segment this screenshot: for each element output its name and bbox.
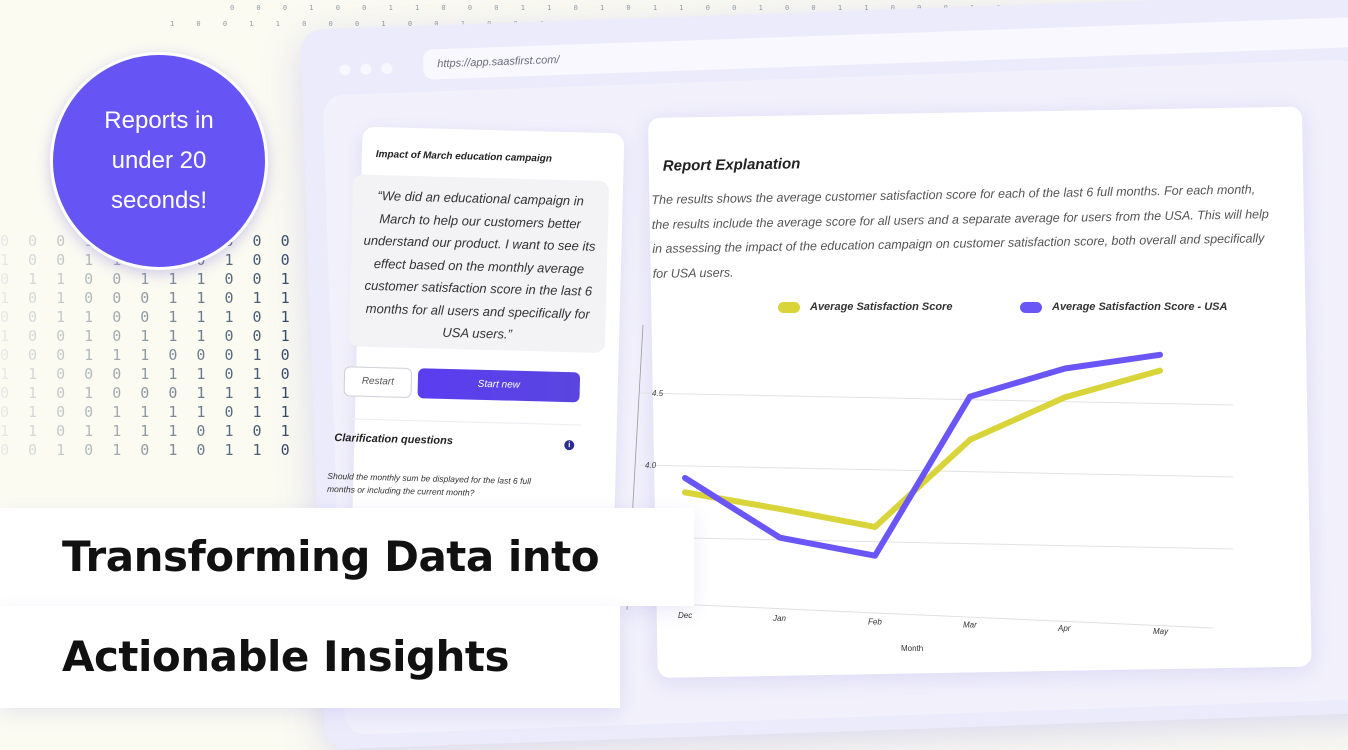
report-explanation: The results shows the average customer s… <box>651 177 1273 286</box>
x-tick-label: Apr <box>1057 624 1071 633</box>
gridline <box>640 537 1233 549</box>
binary-row: 0 0 1 1 0 0 1 1 1 0 1 0 0 1 1 0 1 1 0 1 … <box>0 308 290 326</box>
legend-swatch-yellow <box>778 302 800 313</box>
binary-row: 0 0 1 0 1 0 1 0 1 1 0 1 1 0 1 0 1 1 1 1 … <box>0 441 290 459</box>
legend-item-overall[interactable]: Average Satisfaction Score <box>778 301 952 313</box>
x-tick-label: May <box>1153 627 1169 636</box>
badge-line: seconds! <box>104 181 213 221</box>
binary-row: 0 0 0 1 1 1 0 0 0 1 0 1 1 0 1 1 0 1 0 1 … <box>0 346 290 364</box>
window-dot-icon[interactable] <box>360 64 371 75</box>
x-axis-line <box>630 602 1213 628</box>
satisfaction-line-chart: 4.0 4.5 Dec Jan Feb Mar Apr May Month <box>615 320 1255 660</box>
binary-row: 1 1 0 1 1 1 1 0 1 0 1 1 1 0 1 0 1 1 1 0 … <box>0 422 290 440</box>
window-controls <box>339 63 392 76</box>
start-new-button[interactable]: Start new <box>417 368 580 402</box>
legend-label: Average Satisfaction Score <box>810 301 952 313</box>
info-icon[interactable]: i <box>564 440 574 450</box>
x-tick-label: Feb <box>868 617 882 626</box>
query-card: Impact of March education campaign “We d… <box>352 127 625 554</box>
clarification-question[interactable]: Should the monthly sum be displayed for … <box>327 470 558 502</box>
legend-label: Average Satisfaction Score - USA <box>1052 301 1227 313</box>
binary-row: 1 1 0 0 0 1 1 1 0 1 0 1 0 0 1 1 0 1 0 0 … <box>0 365 290 383</box>
binary-row: 0 1 0 0 1 1 1 1 0 1 1 1 0 0 0 1 1 0 0 1 … <box>0 403 290 421</box>
divider <box>341 418 581 425</box>
report-title: Report Explanation <box>663 155 801 174</box>
binary-row: 0 1 0 1 0 0 0 1 1 1 1 0 0 0 1 1 0 1 1 0 … <box>0 384 290 402</box>
headline-line-1: Transforming Data into <box>62 532 599 581</box>
series-line-usa <box>685 355 1160 556</box>
badge-line: under 20 <box>104 141 213 181</box>
y-tick-label: 4.0 <box>645 461 657 470</box>
binary-row: 1 0 1 0 0 0 1 1 0 1 1 0 1 0 0 1 1 0 1 0 … <box>0 289 290 307</box>
x-tick-label: Jan <box>772 614 786 623</box>
window-dot-icon[interactable] <box>381 63 392 74</box>
speed-badge: Reports in under 20 seconds! <box>50 52 268 270</box>
binary-row: 1 0 0 1 0 1 1 1 0 0 1 1 0 0 0 1 1 0 1 0 … <box>0 327 290 345</box>
window-dot-icon[interactable] <box>339 64 350 75</box>
binary-row: 0 1 1 0 0 1 1 1 0 0 1 1 0 1 0 1 1 1 0 1 … <box>0 270 290 288</box>
badge-line: Reports in <box>104 101 213 141</box>
x-axis-label: Month <box>901 644 923 653</box>
restart-button[interactable]: Restart <box>343 366 412 398</box>
x-tick-label: Mar <box>963 621 977 630</box>
query-quote: “We did an educational campaign in March… <box>349 174 609 353</box>
x-tick-label: Dec <box>678 611 692 620</box>
y-tick-label: 4.5 <box>652 389 664 398</box>
legend-swatch-purple <box>1020 302 1042 313</box>
query-title: Impact of March education campaign <box>376 149 552 165</box>
gridline <box>640 393 1233 405</box>
headline-line-2: Actionable Insights <box>62 632 509 681</box>
legend-item-usa[interactable]: Average Satisfaction Score - USA <box>1020 301 1227 313</box>
series-line-overall <box>685 371 1160 527</box>
